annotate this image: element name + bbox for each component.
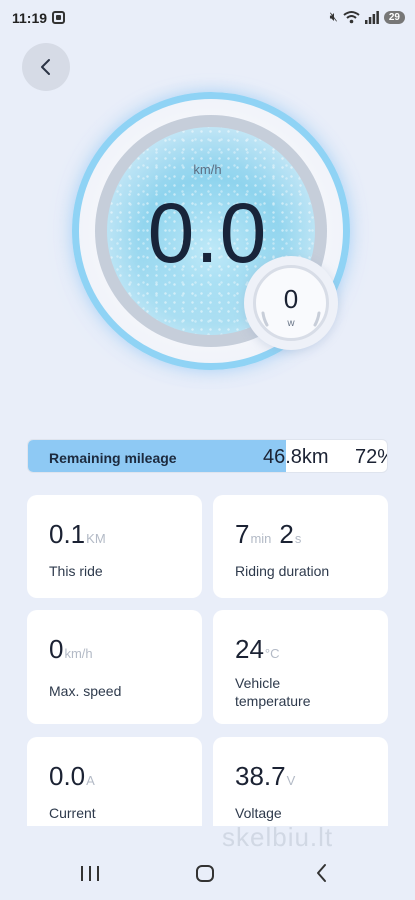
stat-card-riding-duration: 7min 2s Riding duration	[213, 495, 388, 598]
power-unit: w	[287, 318, 295, 329]
mileage-percent: 72%	[355, 446, 387, 468]
battery-badge: 29	[383, 10, 405, 24]
remaining-mileage-bar: Remaining mileage 46.8km 72%	[27, 439, 388, 473]
chevron-left-icon	[41, 59, 50, 75]
stat-value: 7min 2s	[235, 519, 302, 549]
stat-card-vehicle-temperature: 24°C Vehicle temperature	[213, 610, 388, 724]
system-nav-bar	[0, 826, 415, 900]
signal-icon	[364, 10, 379, 24]
stat-label: Riding duration	[235, 563, 330, 579]
stat-label: Current	[49, 805, 96, 821]
screenshot-icon	[52, 11, 65, 24]
watermark: skelbiu.lt	[222, 822, 334, 852]
status-icons: 🔇︎ 29	[330, 9, 405, 25]
stat-label: Max. speed	[49, 683, 122, 699]
back-button[interactable]	[22, 43, 70, 91]
status-bar: 11:19 🔇︎ 29	[0, 0, 415, 36]
stat-label: Voltage	[235, 805, 282, 821]
stat-value: 38.7V	[235, 761, 296, 791]
stat-value: 0km/h	[49, 634, 93, 664]
speed-value: 0.0	[147, 186, 268, 280]
stat-card-current: 0.0A Current	[27, 737, 202, 837]
power-value: 0	[283, 284, 299, 314]
stat-label: Vehicle temperature	[235, 675, 311, 709]
recents-icon[interactable]	[81, 866, 99, 881]
stat-card-this-ride: 0.1KM This ride	[27, 495, 202, 598]
stat-card-max-speed: 0km/h Max. speed	[27, 610, 202, 724]
home-icon[interactable]	[196, 865, 214, 882]
stat-value: 0.1KM	[49, 519, 106, 549]
speed-unit: km/h	[193, 162, 222, 177]
mileage-label: Remaining mileage	[49, 450, 177, 466]
stat-value: 24°C	[235, 634, 280, 664]
nav-back-icon[interactable]	[313, 863, 331, 883]
wifi-icon	[343, 11, 360, 24]
mileage-value: 46.8km	[263, 446, 329, 468]
stat-value: 0.0A	[49, 761, 95, 791]
status-time: 11:19	[12, 10, 48, 26]
mute-icon: 🔇︎	[329, 9, 338, 24]
stat-label: This ride	[49, 563, 103, 579]
